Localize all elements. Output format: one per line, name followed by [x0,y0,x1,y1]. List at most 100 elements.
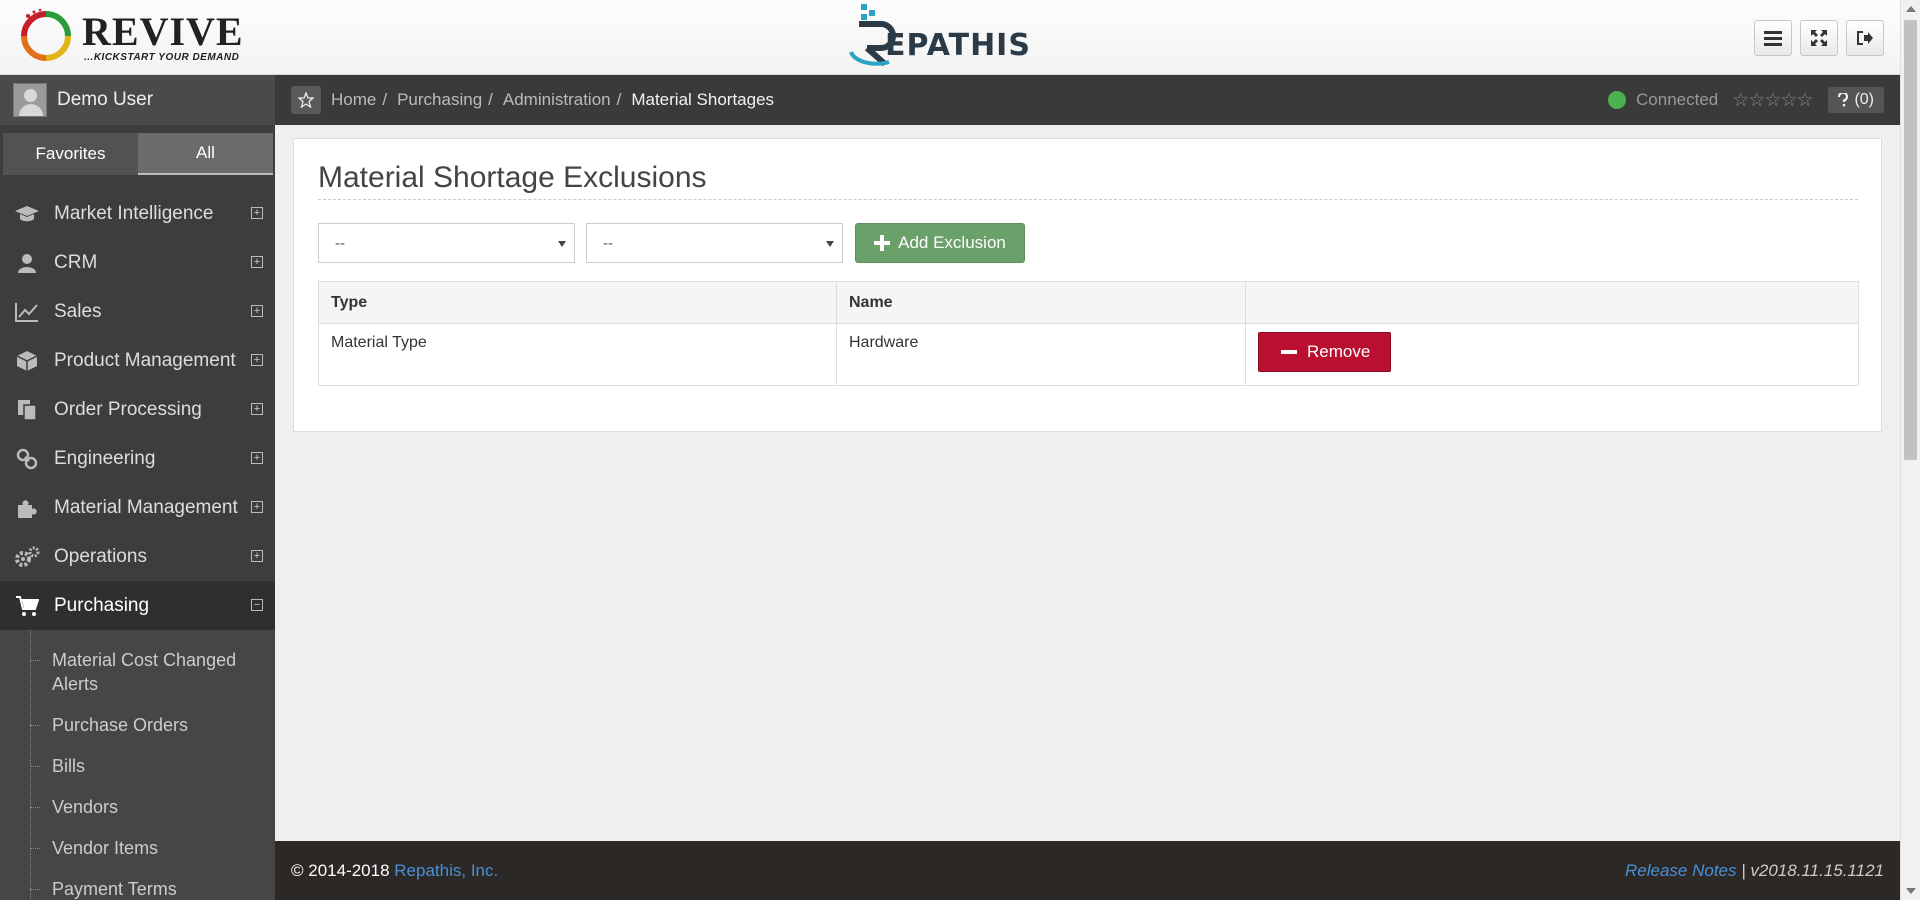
sidebar-item-operations[interactable]: Operations + [0,532,275,581]
revive-logo-text: REVIVE [82,9,244,54]
expand-icon [1811,30,1827,46]
sidebar-item-sales[interactable]: Sales + [0,287,275,336]
page-title: Material Shortage Exclusions [318,161,1858,200]
fullscreen-button[interactable] [1800,20,1838,56]
column-header-type[interactable]: Type [318,281,837,324]
sidebar-item-label: CRM [54,251,98,273]
select-value: -- [603,235,613,252]
select-value: -- [335,235,345,252]
cube-icon [14,349,40,373]
breadcrumb-bar: Home / Purchasing / Administration / Materi… [275,75,1900,125]
expand-plus-icon[interactable]: + [251,207,263,219]
sidebar-subitem-payment-terms[interactable]: Payment Terms [0,877,275,900]
column-header-name[interactable]: Name [836,281,1246,324]
remove-label: Remove [1307,342,1371,361]
cell-name: Hardware [836,323,1246,386]
purchasing-submenu: Material Cost Changed Alerts Purchase Or… [0,630,275,900]
expand-plus-icon[interactable]: + [251,305,263,317]
top-header: REVIVE ...KICKSTART YOUR DEMAND EPATHIS [0,0,1900,75]
release-notes-link[interactable]: Release Notes [1625,861,1737,880]
sidebar-subitem-vendor-items[interactable]: Vendor Items [0,836,275,860]
revive-logo-tagline: ...KICKSTART YOUR DEMAND [84,52,240,63]
expand-plus-icon[interactable]: + [251,501,263,513]
sidebar-tabs: Favorites All [3,133,273,175]
sidebar-item-product-management[interactable]: Product Management + [0,336,275,385]
exclusion-name-select[interactable]: -- [586,223,843,263]
scroll-down-arrow-icon[interactable] [1906,888,1916,894]
link-icon [14,447,40,471]
sidebar-subitem-bills[interactable]: Bills [0,754,275,778]
tab-favorites[interactable]: Favorites [3,133,138,175]
sidebar-item-label: Sales [54,300,102,322]
caret-down-icon [558,241,566,247]
sidebar-item-crm[interactable]: CRM + [0,238,275,287]
expand-plus-icon[interactable]: + [251,256,263,268]
sidebar-item-label: Market Intelligence [54,202,214,224]
puzzle-icon [14,496,40,520]
sidebar-subitem-vendors[interactable]: Vendors [0,795,275,819]
sidebar-subitem-purchase-orders[interactable]: Purchase Orders [0,713,275,737]
rating-stars[interactable]: ☆☆☆☆☆ [1732,89,1813,112]
repathis-logo-text: EPATHIS [885,28,1031,63]
help-count: (0) [1854,91,1874,108]
sidebar-subitem-material-cost-changed-alerts[interactable]: Material Cost Changed Alerts [0,648,275,696]
cell-actions: Remove [1245,323,1859,386]
sidebar-item-material-management[interactable]: Material Management + [0,483,275,532]
user-profile[interactable]: Demo User [0,75,275,125]
add-exclusion-button[interactable]: Add Exclusion [855,223,1025,263]
sidebar-item-purchasing[interactable]: Purchasing − [0,581,275,630]
cell-type: Material Type [318,323,837,386]
copy-icon [14,398,40,422]
favorite-button[interactable] [291,86,321,114]
tab-all[interactable]: All [138,133,273,175]
cogs-icon [14,545,40,569]
collapse-minus-icon[interactable]: − [251,599,263,611]
help-button[interactable]: (0) [1828,87,1884,113]
expand-plus-icon[interactable]: + [251,452,263,464]
vertical-scrollbar[interactable] [1900,0,1920,900]
table-header-row: Type Name [318,281,1859,324]
exclusion-type-select[interactable]: -- [318,223,575,263]
repathis-logo: EPATHIS [845,2,1055,70]
line-chart-icon [14,300,40,324]
sidebar-menu: Market Intelligence + CRM + Sales + Prod… [0,189,275,900]
expand-plus-icon[interactable]: + [251,403,263,415]
footer: © 2014-2018 Repathis, Inc. Release Notes… [275,841,1900,900]
breadcrumb-administration[interactable]: Administration [503,90,611,110]
star-icon [298,92,314,108]
connection-status-icon [1608,91,1627,109]
breadcrumb-separator: / [488,90,493,109]
breadcrumb-home[interactable]: Home [331,90,376,110]
menu-button[interactable] [1754,20,1792,56]
menu-icon [1764,31,1782,46]
version-text: | v2018.11.15.1121 [1741,861,1884,880]
graduation-cap-icon [14,202,40,226]
sidebar-item-order-processing[interactable]: Order Processing + [0,385,275,434]
revive-logo[interactable]: REVIVE ...KICKSTART YOUR DEMAND [18,6,248,68]
scrollbar-thumb[interactable] [1904,20,1917,460]
breadcrumb-separator: / [382,90,388,109]
sidebar-item-label: Order Processing [54,398,202,420]
remove-button[interactable]: Remove [1258,332,1392,372]
sidebar-item-label: Operations [54,545,147,567]
logout-button[interactable] [1846,20,1884,56]
breadcrumb-purchasing[interactable]: Purchasing [397,90,482,110]
sidebar-item-engineering[interactable]: Engineering + [0,434,275,483]
revive-logo-mark-icon [21,8,71,61]
company-link[interactable]: Repathis, Inc. [394,861,498,880]
sidebar-item-label: Product Management [54,349,236,371]
exclusions-table: Type Name Material Type Hardware Remove [318,281,1859,386]
cart-icon [14,594,40,618]
sidebar-item-market-intelligence[interactable]: Market Intelligence + [0,189,275,238]
sign-out-icon [1857,31,1873,45]
sidebar-item-label: Purchasing [54,594,150,616]
caret-down-icon [826,241,834,247]
expand-plus-icon[interactable]: + [251,354,263,366]
column-header-actions [1245,281,1859,324]
expand-plus-icon[interactable]: + [251,550,263,562]
breadcrumb-separator: / [616,90,622,109]
scroll-up-arrow-icon[interactable] [1906,6,1916,12]
main-panel: Material Shortage Exclusions -- -- Add E… [293,138,1882,432]
sidebar: Demo User Favorites All Market Intellige… [0,75,275,900]
plus-icon [874,235,891,251]
